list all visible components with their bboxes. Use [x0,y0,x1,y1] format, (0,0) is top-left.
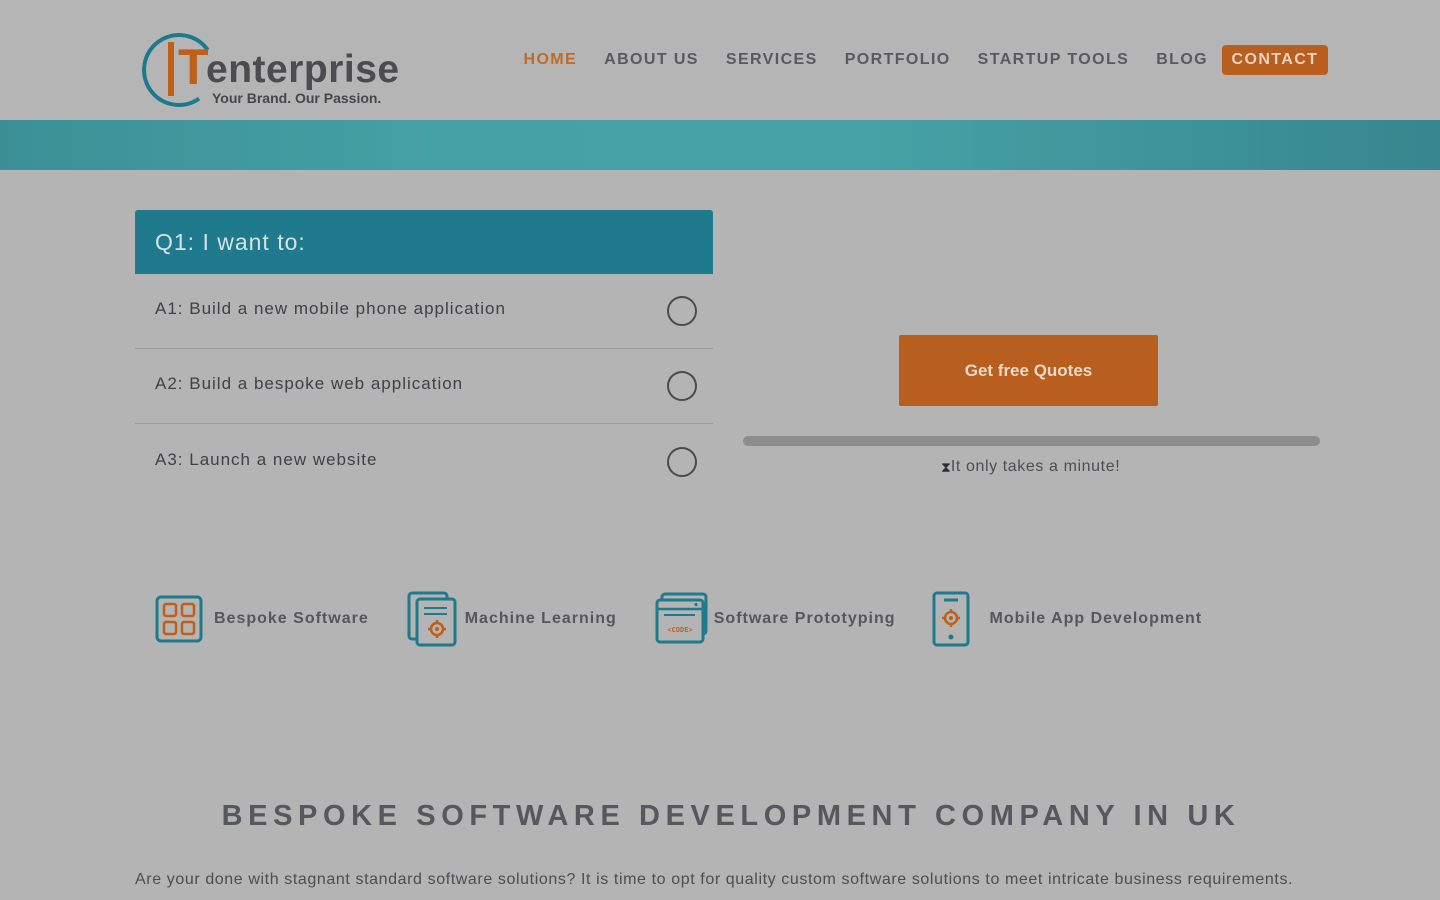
svg-text:<CODE>: <CODE> [667,626,692,634]
mobile-gear-icon [932,591,970,647]
nav-startup-tools[interactable]: STARTUP TOOLS [964,45,1143,75]
service-mobile-app-development[interactable]: Mobile App Development [932,591,1203,647]
site-logo[interactable]: T enterprise Your Brand. Our Passion. [136,27,410,113]
service-label: Bespoke Software [214,610,369,627]
service-label: Software Prototyping [713,610,896,627]
time-hint-text: It only takes a minute! [950,458,1121,475]
radio-button[interactable] [667,446,697,477]
main-nav: HOME ABOUT US SERVICES PORTFOLIO STARTUP… [510,45,1329,75]
answer-option-3[interactable]: A3: Launch a new website [135,424,713,499]
radio-button[interactable] [667,371,697,401]
code-window-icon: <CODE> [655,592,708,644]
service-machine-learning[interactable]: Machine Learning [407,591,617,647]
service-label: Machine Learning [464,610,617,627]
logo-tagline: Your Brand. Our Passion. [212,90,382,106]
section-paragraph: Are your done with stagnant standard sof… [135,871,1294,888]
site-header: T enterprise Your Brand. Our Passion. HO… [0,0,1440,120]
nav-portfolio[interactable]: PORTFOLIO [831,45,964,75]
time-hint: ⧗ It only takes a minute! [941,458,1120,476]
radio-button[interactable] [667,296,697,326]
document-gear-icon [407,591,457,647]
logo-letter-t: T [178,39,209,95]
services-row: Bespoke Software Machine Learning <CODE>… [155,590,1238,648]
service-bespoke-software[interactable]: Bespoke Software [155,595,369,643]
answer-option-2[interactable]: A2: Build a bespoke web application [135,349,713,424]
service-software-prototyping[interactable]: <CODE> Software Prototyping [655,592,896,646]
nav-blog[interactable]: BLOG [1143,45,1222,75]
logo-wordmark: enterprise [206,48,400,91]
quote-quiz-card: Q1: I want to: A1: Build a new mobile ph… [135,210,713,499]
quiz-progress-bar [743,436,1320,446]
logo-letter-i [168,42,174,96]
nav-services[interactable]: SERVICES [712,45,831,75]
answer-option-1[interactable]: A1: Build a new mobile phone application [135,274,713,349]
answer-option-label: A3: Launch a new website [155,449,378,469]
nav-contact-button[interactable]: CONTACT [1221,45,1329,75]
question-title: Q1: I want to: [155,228,306,255]
grid-apps-icon [155,595,203,643]
hourglass-icon: ⧗ [941,458,951,475]
question-header: Q1: I want to: [135,210,713,274]
nav-about-us[interactable]: ABOUT US [591,45,713,75]
nav-home[interactable]: HOME [510,45,591,75]
service-label: Mobile App Development [989,610,1203,627]
section-title: BESPOKE SOFTWARE DEVELOPMENT COMPANY IN … [221,800,1241,832]
answer-option-label: A2: Build a bespoke web application [155,374,464,393]
get-free-quotes-button[interactable]: Get free Quotes [899,335,1158,406]
hero-band [0,120,1440,170]
answer-option-label: A1: Build a new mobile phone application [155,299,506,318]
